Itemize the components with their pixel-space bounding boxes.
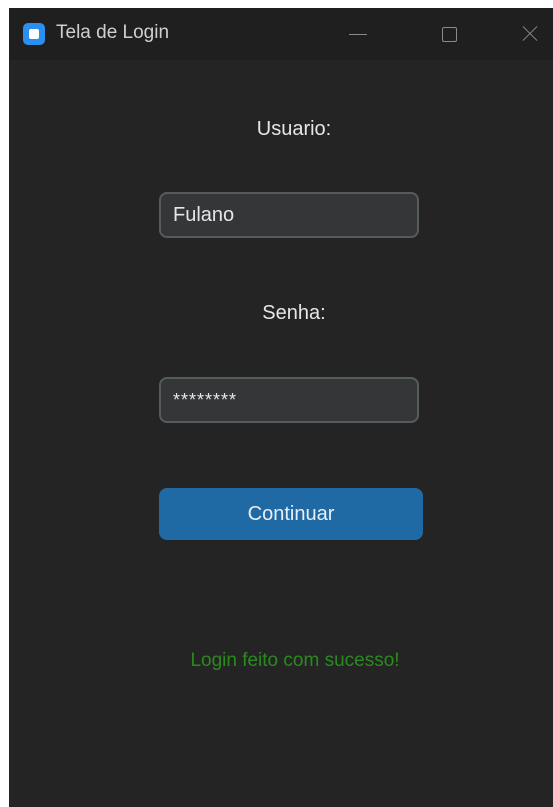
status-message: Login feito com sucesso! bbox=[190, 650, 400, 671]
window-title: Tela de Login bbox=[56, 22, 170, 43]
username-label: Usuario: bbox=[256, 118, 332, 140]
minimize-icon[interactable] bbox=[335, 8, 381, 60]
close-icon[interactable] bbox=[507, 8, 553, 60]
password-input[interactable] bbox=[159, 377, 419, 423]
password-label: Senha: bbox=[262, 302, 326, 324]
login-window: Tela de Login Usuario: Senha: Continuar … bbox=[9, 8, 553, 807]
maximize-icon[interactable] bbox=[427, 8, 473, 60]
title-bar[interactable]: Tela de Login bbox=[9, 8, 553, 60]
username-input[interactable] bbox=[159, 192, 419, 238]
app-icon bbox=[23, 23, 45, 45]
continue-button[interactable]: Continuar bbox=[159, 488, 423, 540]
